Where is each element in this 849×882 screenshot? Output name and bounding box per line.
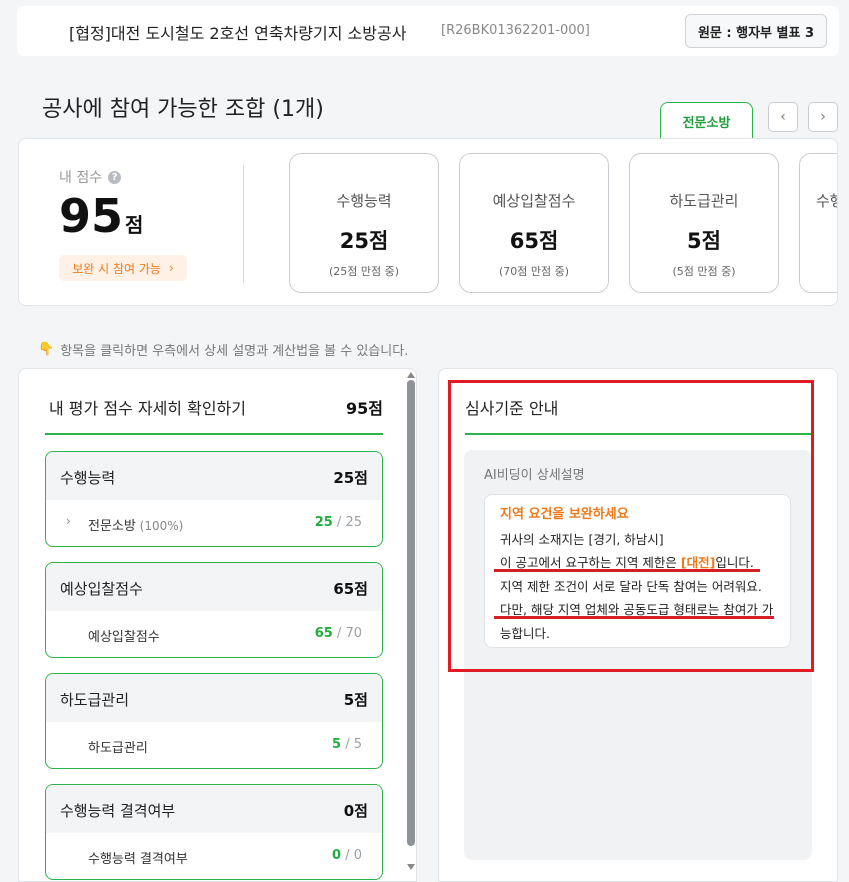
score-group-name: 수행능력 결격여부 (60, 802, 176, 820)
score-card-max: (25점 만점 중) (328, 265, 400, 278)
score-item-name: 예상입찰점수 (88, 630, 160, 645)
score-group-score: 5점 (343, 691, 368, 709)
score-card-partial[interactable]: 수행 (799, 153, 837, 293)
hint-label: 항목을 클릭하면 우측에서 상세 설명과 계산법을 볼 수 있습니다. (60, 344, 409, 359)
score-group-score: 25점 (333, 469, 368, 487)
scrollbar-thumb[interactable] (407, 380, 415, 846)
my-score-label: 내 점수 ? (59, 167, 122, 187)
score-card-value: 65점 (509, 229, 559, 253)
score-detail-title: 내 평가 점수 자세히 확인하기 (49, 399, 246, 418)
score-card-label: 예상입찰점수 (492, 192, 576, 210)
score-group-name: 하도급관리 (60, 691, 130, 709)
score-detail-total: 95점 (346, 399, 383, 418)
score-card-value: 5점 (687, 229, 721, 253)
my-score-unit: 점 (125, 213, 144, 237)
supplement-badge[interactable]: 보완 시 참여 가능 › (59, 255, 187, 281)
score-group-header[interactable]: 수행능력 결격여부 0점 (46, 785, 382, 833)
score-detail-header: 내 평가 점수 자세히 확인하기 95점 (45, 369, 383, 435)
score-group-header[interactable]: 하도급관리 5점 (46, 674, 382, 722)
score-item-row[interactable]: › 전문소방 (100%) 25 / 25 (46, 500, 382, 546)
score-item-row[interactable]: 수행능력 결격여부 0 / 0 (46, 833, 382, 879)
score-item-name: 전문소방 (100%) (88, 519, 184, 534)
tab-specialized-fire[interactable]: 전문소방 (660, 102, 753, 140)
score-group-score: 0점 (343, 802, 368, 820)
score-detail-panel: 내 평가 점수 자세히 확인하기 95점 수행능력 25점 › 전문소방 (10… (18, 368, 417, 882)
chevron-right-icon: › (66, 514, 71, 528)
score-group-header[interactable]: 수행능력 25점 (46, 452, 382, 500)
supplement-badge-label: 보완 시 참여 가능 (72, 261, 161, 276)
score-card-expected-bid[interactable]: 예상입찰점수 65점 (70점 만점 중) (459, 153, 609, 293)
score-card-max: (70점 만점 중) (498, 265, 570, 278)
score-group-disqualification[interactable]: 수행능력 결격여부 0점 수행능력 결격여부 0 / 0 (45, 784, 383, 880)
chevron-left-icon: ‹ (780, 109, 786, 125)
source-document-button[interactable]: 원문 : 행자부 별표 3 (685, 14, 827, 48)
notice-code: [R26BK01362201-000] (441, 23, 590, 38)
hint-text: 👇 항목을 클릭하면 우측에서 상세 설명과 계산법을 볼 수 있습니다. (38, 340, 408, 359)
pointing-hand-icon: 👇 (38, 342, 55, 357)
score-summary-panel: 내 점수 ? 95 점 보완 시 참여 가능 › 수행능력 25점 (25점 만… (18, 138, 838, 306)
score-group-score: 65점 (333, 580, 368, 598)
score-card-label: 하도급관리 (669, 192, 739, 210)
score-card-value: 25점 (339, 229, 389, 253)
next-button[interactable]: › (808, 102, 838, 132)
my-score-value: 95 점 (59, 189, 143, 243)
divider (243, 165, 244, 283)
score-item-value: 65 / 70 (314, 626, 362, 641)
score-card-max: (5점 만점 중) (672, 265, 736, 278)
my-score-label-text: 내 점수 (59, 170, 103, 186)
score-card-label: 수행 (816, 192, 837, 210)
score-card-subcontract[interactable]: 하도급관리 5점 (5점 만점 중) (629, 153, 779, 293)
score-group-expected-bid[interactable]: 예상입찰점수 65점 예상입찰점수 65 / 70 (45, 562, 383, 658)
score-card-label: 수행능력 (336, 192, 392, 210)
scroll-down-arrow-icon[interactable] (407, 864, 415, 870)
score-item-value: 25 / 25 (314, 515, 362, 530)
score-item-name: 하도급관리 (88, 741, 148, 756)
score-group-performance[interactable]: 수행능력 25점 › 전문소방 (100%) 25 / 25 (45, 451, 383, 547)
prev-button[interactable]: ‹ (768, 102, 798, 132)
score-group-header[interactable]: 예상입찰점수 65점 (46, 563, 382, 611)
score-item-row[interactable]: 예상입찰점수 65 / 70 (46, 611, 382, 657)
score-item-value: 5 / 5 (332, 737, 362, 752)
section-title: 공사에 참여 가능한 조합 (1개) (42, 97, 324, 122)
chevron-right-icon: › (168, 261, 174, 275)
score-group-name: 예상입찰점수 (60, 580, 143, 598)
annotation-highlight-frame (448, 380, 814, 672)
score-card-performance[interactable]: 수행능력 25점 (25점 만점 중) (289, 153, 439, 293)
help-icon[interactable]: ? (108, 170, 122, 184)
score-item-name: 수행능력 결격여부 (88, 852, 188, 867)
score-group-subcontract[interactable]: 하도급관리 5점 하도급관리 5 / 5 (45, 673, 383, 769)
score-group-name: 수행능력 (60, 469, 116, 487)
scroll-up-arrow-icon[interactable] (407, 372, 415, 378)
header-bar: [협정]대전 도시철도 2호선 연축차량기지 소방공사 [R26BK013622… (17, 6, 839, 56)
chevron-right-icon: › (820, 109, 826, 125)
notice-title: [협정]대전 도시철도 2호선 연축차량기지 소방공사 (69, 24, 407, 43)
my-score-number: 95 (59, 189, 124, 243)
score-item-value: 0 / 0 (332, 848, 362, 863)
score-item-row[interactable]: 하도급관리 5 / 5 (46, 722, 382, 768)
